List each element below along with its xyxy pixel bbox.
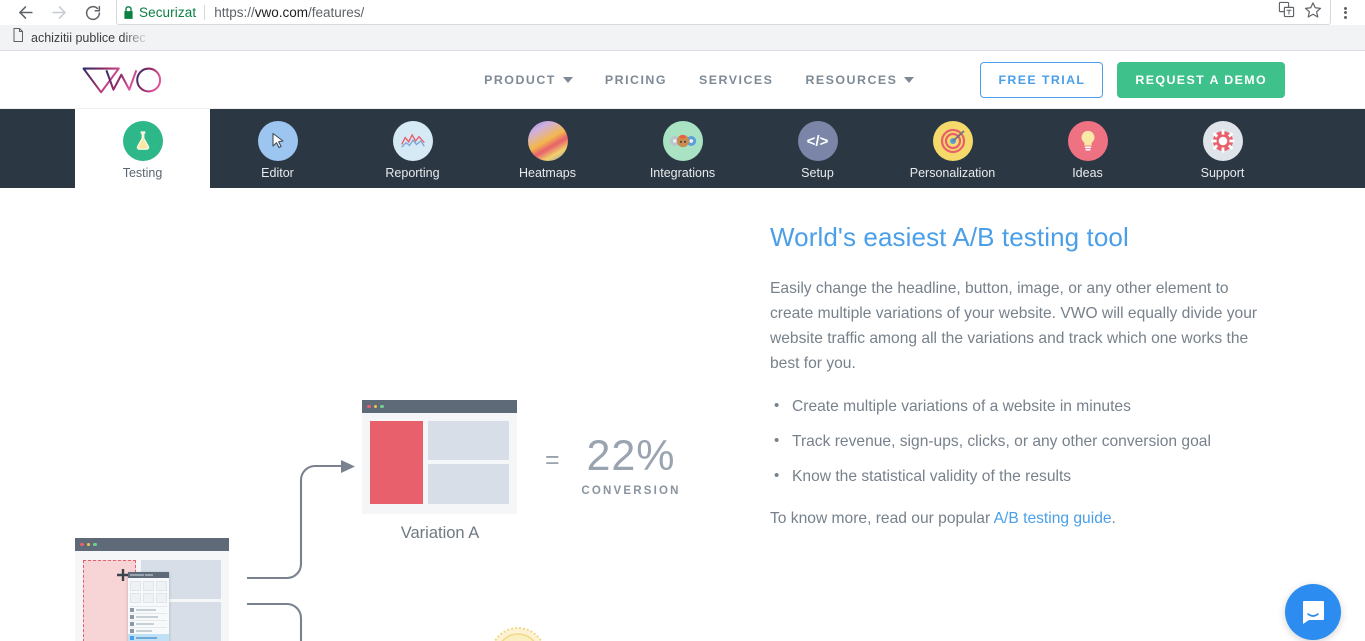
site-nav: PRODUCT PRICING SERVICES RESOURCES FREE … [484,61,1285,98]
three-dot-menu-icon[interactable] [1331,0,1359,25]
feature-footer-text: To know more, read our popular A/B testi… [770,506,1270,531]
url-scheme: https:// [214,4,255,20]
variation-a-conversion-value: 22% [586,432,676,480]
url-text: https://vwo.com/features/ [214,5,364,20]
feature-tab-support[interactable]: Support [1155,109,1290,188]
feature-tab-label: Reporting [385,166,440,180]
mock-block [428,464,509,504]
editor-popup-menu[interactable] [128,572,169,641]
request-demo-button[interactable]: REQUEST A DEMO [1117,61,1285,98]
variation-a-mockup [362,400,517,514]
feature-tab-personalization[interactable]: Personalization [885,109,1020,188]
footer-prefix: To know more, read our popular [770,510,994,527]
code-icon: </> [797,121,838,161]
reload-icon[interactable] [76,0,110,25]
nav-label: SERVICES [699,72,774,87]
bookmark-bar: achizitii publice direc [0,25,1365,51]
star-icon[interactable] [1304,1,1322,24]
nav-item-product[interactable]: PRODUCT [484,73,573,87]
feature-tab-setup[interactable]: </> Setup [750,109,885,188]
popup-icon-grid [128,578,169,606]
feature-tab-label: Support [1200,166,1245,180]
mock-titlebar [75,538,229,551]
omnibox-actions [1278,1,1324,24]
feature-description: Easily change the headline, button, imag… [770,280,1258,372]
nav-label: PRICING [604,72,667,87]
translate-icon[interactable] [1278,1,1295,23]
feature-tab-integrations[interactable]: Integrations [615,109,750,188]
popup-menu-list [128,605,169,641]
lock-icon [123,5,134,19]
feature-tab-label: Editor [261,166,294,180]
nav-item-services[interactable]: SERVICES [699,73,773,87]
intercom-chat-launcher[interactable] [1285,584,1341,640]
list-item: Create multiple variations of a website … [770,393,1270,419]
chat-bubble-icon [1303,601,1324,624]
feature-tab-label: Heatmaps [519,166,576,180]
vwo-logo[interactable] [80,63,168,97]
lightbulb-icon [1067,121,1108,161]
security-status-label: Securizat [139,4,197,20]
flask-icon [122,121,163,161]
header-cta-group: FREE TRIAL REQUEST A DEMO [980,61,1285,98]
bookmark-item[interactable]: achizitii publice direc [8,27,153,49]
ab-testing-guide-link[interactable]: A/B testing guide [994,510,1112,527]
footer-suffix: . [1111,510,1116,527]
feature-tab-label: Personalization [909,166,996,180]
chevron-down-icon [904,76,915,83]
bookmark-label: achizitii publice direc [31,30,146,45]
cursor-icon [257,121,298,161]
url-host: vwo.com [254,4,308,20]
forward-arrow-icon[interactable] [42,0,76,25]
feature-copy-column: World's easiest A/B testing tool Easily … [740,188,1365,641]
feature-tab-label: Ideas [1072,166,1103,180]
omnibox-divider [204,4,206,20]
page-title: World's easiest A/B testing tool [770,222,1129,252]
main-content: Variation A = 22% CONVERSION World's eas… [0,188,1365,641]
url-path: /features/ [307,4,365,20]
mock-block [428,421,509,460]
feature-tab-heatmaps[interactable]: Heatmaps [480,109,615,188]
feature-tab-editor[interactable]: Editor [210,109,345,188]
gears-icon [662,121,703,161]
list-item: Know the statistical validity of the res… [770,463,1270,489]
nav-label: PRODUCT [484,72,556,87]
feature-tab-label: Testing [122,166,163,180]
variation-a-label: Variation A [400,524,480,542]
variation-a-conversion-label: CONVERSION [581,485,681,497]
free-trial-button[interactable]: FREE TRIAL [980,61,1104,98]
browser-chrome: Securizat https://vwo.com/features/ achi… [0,0,1365,51]
line-chart-icon [392,121,433,161]
nav-item-resources[interactable]: RESOURCES [805,72,915,87]
back-arrow-icon[interactable] [8,0,42,25]
variation-a-red-block [370,421,423,504]
feature-tab-reporting[interactable]: Reporting [345,109,480,188]
feature-tab-ideas[interactable]: Ideas [1020,109,1155,188]
feature-tab-testing[interactable]: Testing [75,109,210,188]
nav-label: RESOURCES [805,72,898,87]
feature-tab-label: Setup [801,166,834,180]
flow-connectors [247,460,355,641]
feature-tab-bar: Testing Editor Reporting Heatmaps Integr… [0,109,1365,188]
ab-testing-illustration: Variation A = 22% CONVERSION [0,188,740,641]
lifering-icon [1202,121,1243,161]
omnibar-row: Securizat https://vwo.com/features/ [0,0,1365,25]
address-bar[interactable]: Securizat https://vwo.com/features/ [116,0,1331,25]
chevron-down-icon [562,76,573,83]
list-item: Track revenue, sign-ups, clicks, or any … [770,428,1270,454]
site-header: PRODUCT PRICING SERVICES RESOURCES FREE … [0,51,1365,109]
variation-a-conversion: 22% CONVERSION [556,432,706,498]
source-page-mockup [75,538,229,641]
mock-titlebar [362,400,517,413]
target-icon [932,121,973,161]
heatmap-icon [527,121,568,161]
feature-bullet-list: Create multiple variations of a website … [770,393,1270,489]
winner-trophy-badge [493,627,543,641]
nav-item-pricing[interactable]: PRICING [605,73,667,87]
page-icon [12,28,24,47]
feature-tab-label: Integrations [649,166,716,180]
